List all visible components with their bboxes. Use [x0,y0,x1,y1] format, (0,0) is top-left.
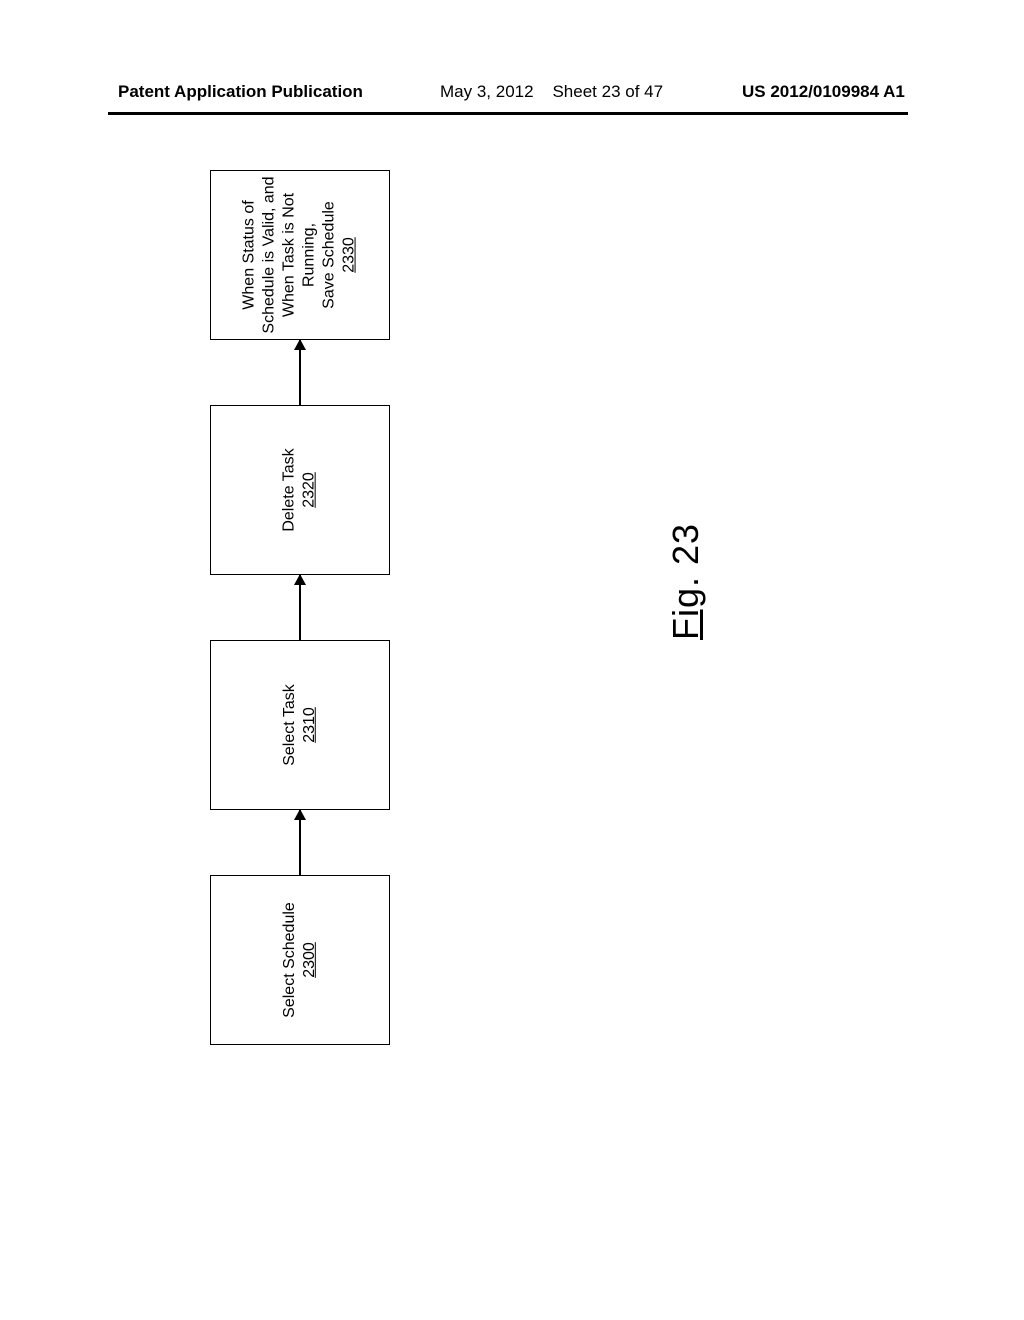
box-line: Delete Task [280,448,300,531]
header-rule [108,112,908,115]
header-publication: Patent Application Publication [118,82,363,102]
box-line: When Status of [240,176,260,333]
box-line: Save Schedule [320,176,340,333]
box-line: Schedule is Valid, and [260,176,280,333]
flow-box-save-schedule: When Status of Schedule is Valid, and Wh… [210,170,390,340]
box-line: Select Schedule [280,902,300,1018]
flow-box-select-task: Select Task 2310 [210,640,390,810]
flow-arrow [299,810,301,875]
box-ref: 2320 [300,448,320,531]
page-header: Patent Application Publication May 3, 20… [0,82,1024,110]
header-date: May 3, 2012 [440,82,534,101]
box-line: Running, [300,176,320,333]
header-pubnumber: US 2012/0109984 A1 [742,82,905,102]
flow-arrow [299,575,301,640]
box-line: Select Task [280,684,300,766]
header-sheet: Sheet 23 of 47 [552,82,663,101]
box-ref: 2300 [300,902,320,1018]
box-text: Delete Task 2320 [280,448,320,531]
box-text: When Status of Schedule is Valid, and Wh… [240,176,360,333]
flow-arrow [299,340,301,405]
box-line: When Task is Not [280,176,300,333]
flow-box-delete-task: Delete Task 2320 [210,405,390,575]
box-ref: 2330 [340,176,360,333]
header-meta: May 3, 2012 Sheet 23 of 47 [440,82,663,102]
page: Patent Application Publication May 3, 20… [0,0,1024,1320]
box-ref: 2310 [300,684,320,766]
flow-diagram: When Status of Schedule is Valid, and Wh… [190,170,410,1050]
flow-box-select-schedule: Select Schedule 2300 [210,875,390,1045]
box-text: Select Schedule 2300 [280,902,320,1018]
figure-number: . 23 [665,523,706,587]
figure-prefix: Fig [665,587,706,640]
box-text: Select Task 2310 [280,684,320,766]
figure-label: Fig. 23 [665,523,707,640]
